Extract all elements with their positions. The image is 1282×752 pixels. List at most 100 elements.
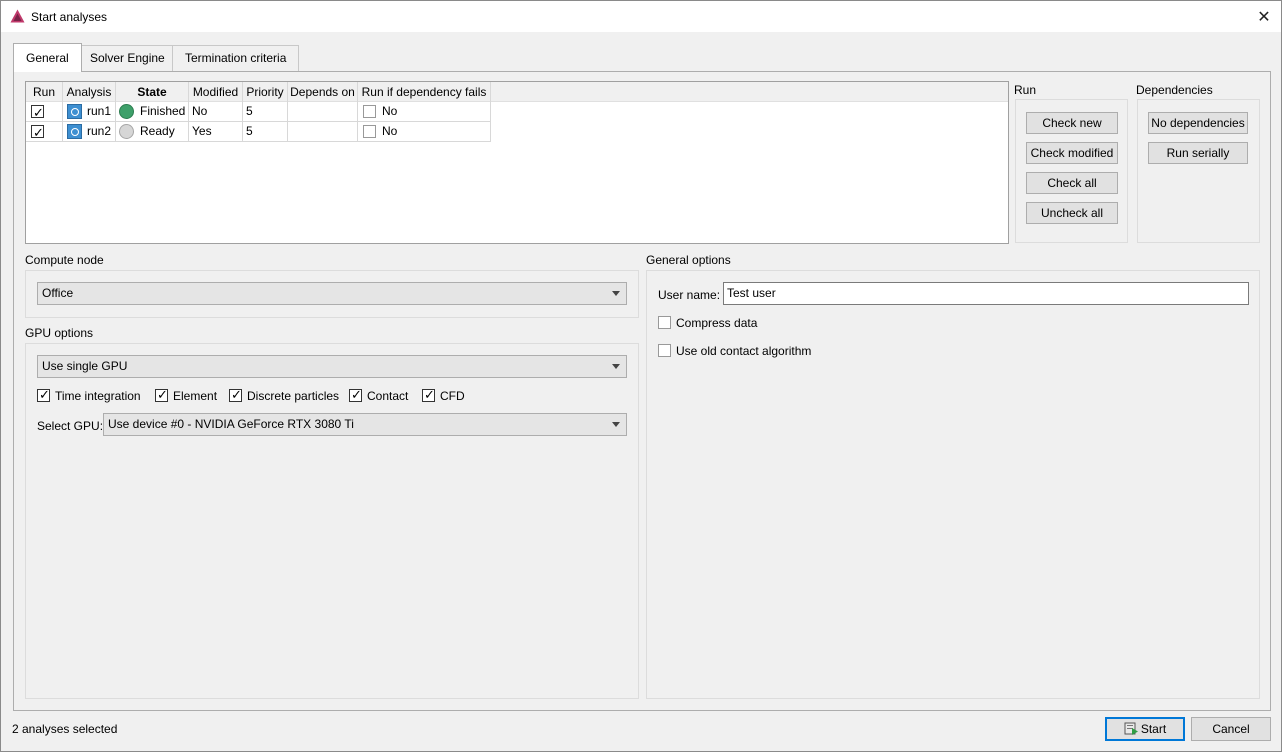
analysis-cell: run2 <box>63 122 116 142</box>
checkbox-box[interactable] <box>37 387 50 402</box>
state-finished-icon <box>119 104 134 119</box>
checkbox-box[interactable] <box>229 387 242 402</box>
general-tab-panel: Run Analysis State Modified Priority Dep… <box>13 71 1271 711</box>
compute-node-value: Office <box>42 286 74 300</box>
run-checkbox[interactable] <box>31 123 44 142</box>
check-modified-button[interactable]: Check modified <box>1026 142 1118 164</box>
gpu-mode-combo[interactable]: Use single GPU <box>37 355 627 378</box>
checkbox-box[interactable] <box>155 387 168 402</box>
tab-general[interactable]: General <box>13 43 82 72</box>
cancel-button[interactable]: Cancel <box>1191 717 1271 741</box>
checkbox-box[interactable] <box>349 387 362 402</box>
table-row[interactable]: run1 Finished No 5 No <box>26 102 491 122</box>
dependencies-groupbox: No dependencies Run serially <box>1137 99 1260 243</box>
compress-data-checkbox[interactable]: Compress data <box>658 316 757 332</box>
tab-termination-criteria[interactable]: Termination criteria <box>172 45 300 71</box>
column-modified[interactable]: Modified <box>189 82 243 102</box>
table-header: Run Analysis State Modified Priority Dep… <box>26 82 1008 102</box>
checkbox-box[interactable] <box>658 316 671 329</box>
column-priority[interactable]: Priority <box>243 82 288 102</box>
uncheck-all-button[interactable]: Uncheck all <box>1026 202 1118 224</box>
column-analysis[interactable]: Analysis <box>63 82 116 102</box>
run-if-fails-text: No <box>382 104 398 118</box>
tab-solver-engine[interactable]: Solver Engine <box>77 45 178 71</box>
run-checkbox[interactable] <box>31 103 44 122</box>
run-cell <box>26 102 63 122</box>
run-if-fails-text: No <box>382 124 398 138</box>
window-title: Start analyses <box>31 10 108 24</box>
user-name-input[interactable]: Test user <box>723 282 1249 305</box>
gpu-options-groupbox: Use single GPU Time integration Element … <box>25 343 639 699</box>
modified-cell: No <box>189 102 243 122</box>
priority-cell[interactable]: 5 <box>243 102 288 122</box>
run-group-label: Run <box>1014 83 1037 97</box>
state-text: Ready <box>140 124 175 138</box>
general-options-label: General options <box>646 253 731 267</box>
depends-on-cell[interactable] <box>288 122 358 142</box>
element-checkbox[interactable]: Element <box>155 387 218 405</box>
contact-checkbox[interactable]: Contact <box>349 387 409 405</box>
run-if-fails-cell: No <box>358 102 491 122</box>
gpu-mode-value: Use single GPU <box>42 359 128 373</box>
start-icon <box>1124 722 1138 735</box>
run-cell <box>26 122 63 142</box>
select-gpu-label: Select GPU: <box>37 419 104 433</box>
status-text: 2 analyses selected <box>12 722 118 736</box>
title-bar: Start analyses ✕ <box>1 1 1281 32</box>
compute-node-groupbox: Office <box>25 270 639 318</box>
analysis-cell: run1 <box>63 102 116 122</box>
column-state[interactable]: State <box>116 82 189 102</box>
user-name-label: User name: <box>658 288 721 302</box>
column-depends-on[interactable]: Depends on <box>288 82 358 102</box>
column-run[interactable]: Run <box>26 82 63 102</box>
checkbox-label: Time integration <box>55 389 141 403</box>
modified-cell: Yes <box>189 122 243 142</box>
checkbox-label: CFD <box>440 389 465 403</box>
general-options-groupbox: User name: Test user Compress data Use o… <box>646 270 1260 699</box>
checkbox-box[interactable] <box>422 387 435 402</box>
chevron-down-icon <box>612 364 620 369</box>
checkbox-label: Compress data <box>676 316 758 330</box>
dependencies-group-label: Dependencies <box>1136 83 1213 97</box>
cfd-checkbox[interactable]: CFD <box>422 387 465 405</box>
gpu-options-label: GPU options <box>25 326 94 340</box>
select-gpu-value: Use device #0 - NVIDIA GeForce RTX 3080 … <box>108 417 354 431</box>
depends-on-cell[interactable] <box>288 102 358 122</box>
run-serially-button[interactable]: Run serially <box>1148 142 1248 164</box>
app-logo-icon <box>10 9 25 23</box>
table-row[interactable]: run2 Ready Yes 5 No <box>26 122 491 142</box>
run-if-fails-checkbox[interactable] <box>363 105 376 118</box>
run-if-fails-checkbox[interactable] <box>363 125 376 138</box>
state-text: Finished <box>140 104 186 118</box>
checkbox-label: Use old contact algorithm <box>676 344 812 358</box>
checkbox-label: Element <box>173 389 218 403</box>
column-run-if-dependency-fails[interactable]: Run if dependency fails <box>358 82 491 102</box>
compute-node-combo[interactable]: Office <box>37 282 627 305</box>
state-cell: Finished <box>116 102 189 122</box>
start-analyses-window: Start analyses ✕ General Solver Engine T… <box>0 0 1282 752</box>
checkbox-label: Contact <box>367 389 409 403</box>
run-if-fails-cell: No <box>358 122 491 142</box>
state-ready-icon <box>119 124 134 139</box>
time-integration-checkbox[interactable]: Time integration <box>37 387 141 405</box>
analysis-gear-icon <box>67 124 82 139</box>
no-dependencies-button[interactable]: No dependencies <box>1148 112 1248 134</box>
chevron-down-icon <box>612 291 620 296</box>
analysis-name: run2 <box>87 124 112 138</box>
use-old-contact-algorithm-checkbox[interactable]: Use old contact algorithm <box>658 344 811 360</box>
chevron-down-icon <box>612 422 620 427</box>
analysis-gear-icon <box>67 104 82 119</box>
discrete-particles-checkbox[interactable]: Discrete particles <box>229 387 340 405</box>
analyses-table: Run Analysis State Modified Priority Dep… <box>25 81 1009 244</box>
analysis-name: run1 <box>87 104 112 118</box>
select-gpu-combo[interactable]: Use device #0 - NVIDIA GeForce RTX 3080 … <box>103 413 627 436</box>
check-new-button[interactable]: Check new <box>1026 112 1118 134</box>
priority-cell[interactable]: 5 <box>243 122 288 142</box>
checkbox-box[interactable] <box>658 344 671 357</box>
checkbox-label: Discrete particles <box>247 389 340 403</box>
start-button[interactable]: Start <box>1105 717 1185 741</box>
check-all-button[interactable]: Check all <box>1026 172 1118 194</box>
close-icon[interactable]: ✕ <box>1247 1 1281 32</box>
start-button-label: Start <box>1140 722 1167 736</box>
run-groupbox: Check new Check modified Check all Unche… <box>1015 99 1128 243</box>
